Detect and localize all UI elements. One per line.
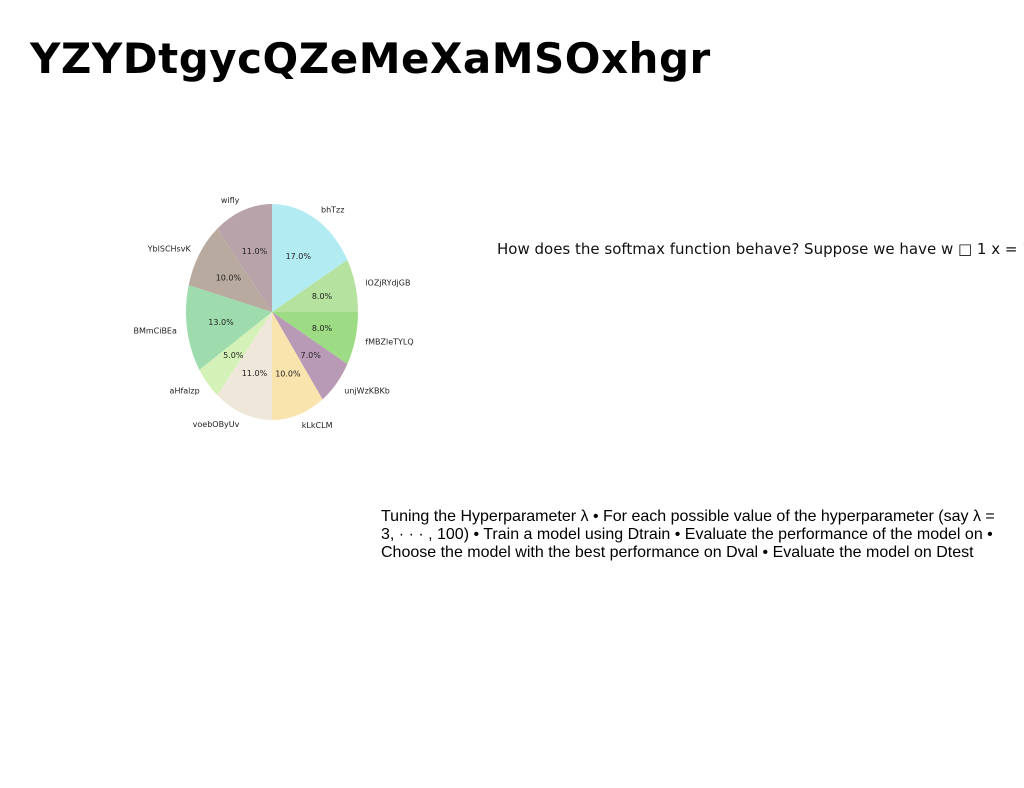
- pie-category-label-BMmCiBEa: BMmCiBEa: [133, 327, 177, 336]
- pie-pct-label-lOZjRYdjGB: 8.0%: [312, 292, 333, 301]
- pie-category-label-lOZjRYdjGB: lOZjRYdjGB: [365, 279, 410, 288]
- softmax-question-text: How does the softmax function behave? Su…: [497, 240, 1024, 258]
- pie-pct-label-BMmCiBEa: 13.0%: [208, 318, 234, 327]
- pie-category-label-wifly: wifly: [221, 196, 240, 205]
- pie-pct-label-wifly: 11.0%: [242, 247, 268, 256]
- pie-category-label-kLkCLM: kLkCLM: [302, 421, 333, 430]
- pie-pct-label-unjWzKBKb: 7.0%: [301, 351, 322, 360]
- pie-pct-label-fMBZleTYLQ: 8.0%: [312, 324, 333, 333]
- pie-category-label-aHfalzp: aHfalzp: [170, 387, 200, 396]
- pie-category-label-YblSCHsvK: YblSCHsvK: [147, 244, 192, 253]
- pie-pct-label-YblSCHsvK: 10.0%: [216, 273, 242, 282]
- pie-category-label-bhTzz: bhTzz: [321, 206, 344, 215]
- pie-chart: 17.0% bhTzz 8.0% lOZjRYdjGB 8.0% fMBZleTYLQ 7.…: [120, 180, 440, 450]
- pie-category-label-fMBZleTYLQ: fMBZleTYLQ: [365, 338, 413, 347]
- pie-category-label-unjWzKBKb: unjWzKBKb: [344, 387, 390, 396]
- pie-category-label-voebOByUv: voebOByUv: [193, 420, 240, 429]
- pie-pct-label-aHfalzp: 5.0%: [223, 351, 244, 360]
- hyperparameter-tuning-text: Tuning the Hyperparameter λ • For each p…: [381, 508, 995, 561]
- pie-chart-svg: 17.0% bhTzz 8.0% lOZjRYdjGB 8.0% fMBZleTYLQ 7.…: [133, 196, 413, 430]
- page-title: YZYDtgycQZeMeXaMSOxhgr: [30, 34, 711, 83]
- pie-pct-label-bhTzz: 17.0%: [286, 252, 312, 261]
- pie-pct-label-kLkCLM: 10.0%: [275, 370, 301, 379]
- pie-pct-label-voebOByUv: 11.0%: [242, 369, 268, 378]
